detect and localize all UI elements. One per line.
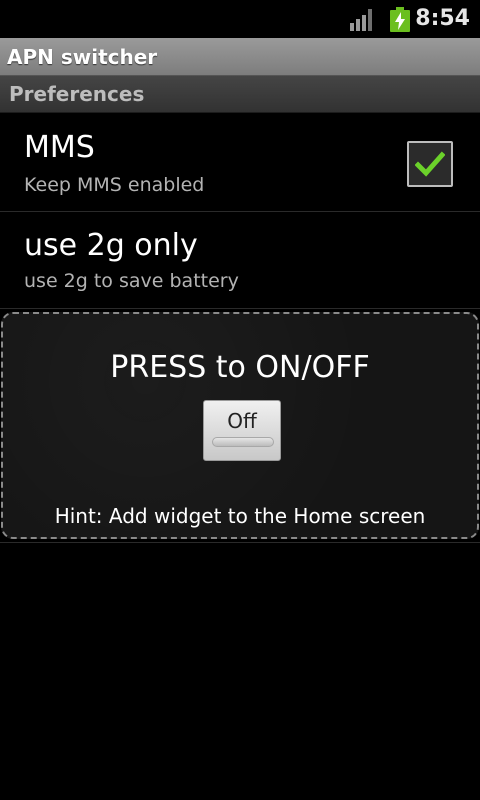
signal-bars-icon xyxy=(350,9,376,31)
app-title: APN switcher xyxy=(7,45,158,69)
pref-summary-mms: Keep MMS enabled xyxy=(24,174,205,196)
toggle-indicator xyxy=(212,437,274,447)
status-clock: 8:54 xyxy=(415,6,470,31)
pref-item-mms[interactable]: MMS Keep MMS enabled xyxy=(0,114,480,212)
pref-item-2g-only[interactable]: use 2g only use 2g to save battery xyxy=(0,212,480,309)
category-label: Preferences xyxy=(9,82,145,106)
battery-charging-icon xyxy=(390,7,410,32)
widget-panel: PRESS to ON/OFF Off Hint: Add widget to … xyxy=(1,312,479,539)
toggle-label: Off xyxy=(227,409,257,433)
app-title-bar: APN switcher xyxy=(0,38,480,76)
pref-title-mms: MMS xyxy=(24,130,95,165)
status-bar: 8:54 xyxy=(0,0,480,38)
widget-hint: Hint: Add widget to the Home screen xyxy=(54,504,426,528)
toggle-button[interactable]: Off xyxy=(203,400,281,461)
divider xyxy=(0,542,480,543)
mms-checkbox[interactable] xyxy=(407,141,453,187)
checkmark-icon xyxy=(415,151,445,177)
pref-summary-2g-only: use 2g to save battery xyxy=(24,270,239,292)
widget-heading: PRESS to ON/OFF xyxy=(110,350,370,385)
preferences-category-header: Preferences xyxy=(0,76,480,113)
pref-title-2g-only: use 2g only xyxy=(24,228,198,263)
